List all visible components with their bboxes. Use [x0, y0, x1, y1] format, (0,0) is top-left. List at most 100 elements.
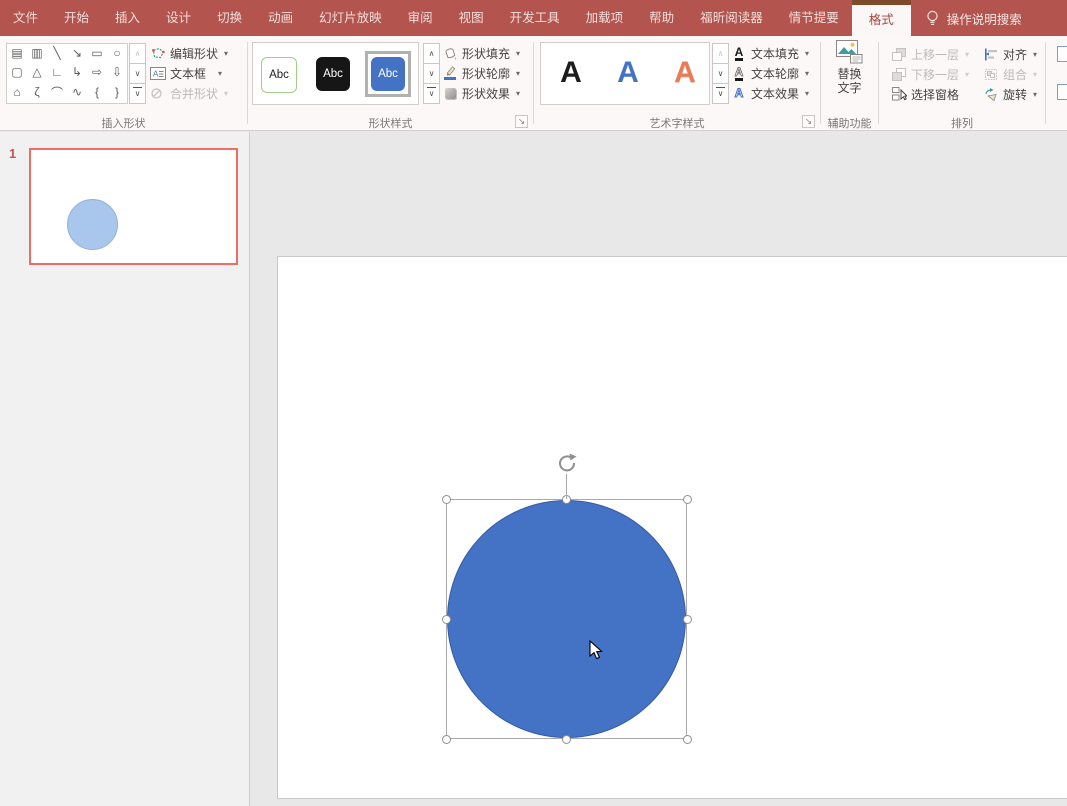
- shape-rounded-rectangle-icon[interactable]: ▢: [7, 63, 27, 82]
- wordart-buttons: A 文本填充 ▾ A 文本轮廓 ▾ A 文本效果 ▾: [731, 43, 815, 103]
- shape-effects-icon: [442, 85, 458, 101]
- group-objects-icon: [983, 66, 999, 82]
- shape-gallery-scroll: ∧ ∨ ∨: [129, 43, 146, 104]
- tab-help[interactable]: 帮助: [636, 0, 687, 36]
- shape-right-brace-icon[interactable]: }: [107, 81, 127, 103]
- shape-scribble-icon[interactable]: ζ: [27, 81, 47, 103]
- style-preset-green-outline[interactable]: Abc: [261, 57, 297, 93]
- resize-handle-bottom-left[interactable]: [442, 735, 451, 744]
- selection-pane-button[interactable]: 选择窗格: [891, 84, 979, 104]
- gallery-scroll-up-button: ∧: [712, 43, 729, 64]
- dropdown-arrow-icon: ▾: [516, 69, 520, 78]
- group-insert-shapes: ▤ ▥ ╲ ↘ ▭ ○ ▢ △ ∟ ↳ ⇨ ⇩ ⌂ ζ ⌒ ∿ { } ∧: [0, 36, 247, 130]
- wordart-styles-dialog-launcher[interactable]: ↘: [802, 115, 815, 128]
- shape-oval-icon[interactable]: ○: [107, 44, 127, 63]
- shape-fill-label: 形状填充: [462, 45, 510, 62]
- text-box-button[interactable]: A 文本框 ▾: [150, 63, 245, 83]
- gallery-more-button[interactable]: ∨: [423, 83, 440, 104]
- shape-elbow-connector-icon[interactable]: ∟: [47, 63, 67, 82]
- tab-view[interactable]: 视图: [446, 0, 497, 36]
- slide-thumbnail-selected[interactable]: [29, 148, 238, 265]
- shape-left-brace-icon[interactable]: {: [87, 81, 107, 103]
- alt-text-label-line1: 替换: [837, 68, 861, 81]
- shape-freeform-icon[interactable]: ⌂: [7, 81, 27, 103]
- alt-text-button[interactable]: 替换 文字: [821, 40, 878, 112]
- resize-handle-top-left[interactable]: [442, 495, 451, 504]
- shape-horizontal-text-box-icon[interactable]: ▤: [7, 44, 27, 63]
- tab-home[interactable]: 开始: [51, 0, 102, 36]
- text-fill-button[interactable]: A 文本填充 ▾: [731, 43, 815, 63]
- shape-effects-button[interactable]: 形状效果 ▾: [442, 83, 530, 103]
- rotate-button[interactable]: 旋转 ▾: [983, 84, 1043, 104]
- text-box-icon: A: [150, 65, 166, 81]
- dropdown-arrow-icon: ▾: [224, 89, 228, 98]
- text-outline-button[interactable]: A 文本轮廓 ▾: [731, 63, 815, 83]
- slide-canvas[interactable]: [277, 256, 1067, 799]
- gallery-scroll-down-button[interactable]: ∨: [129, 63, 146, 84]
- tab-review[interactable]: 审阅: [395, 0, 446, 36]
- tab-insert[interactable]: 插入: [102, 0, 153, 36]
- align-button[interactable]: 对齐 ▾: [983, 44, 1043, 64]
- editing-canvas[interactable]: [251, 132, 1067, 806]
- send-backward-label: 下移一层: [911, 66, 959, 83]
- text-outline-icon: A: [731, 65, 747, 81]
- shape-fill-button[interactable]: 形状填充 ▾: [442, 43, 530, 63]
- tab-format-active[interactable]: 格式: [852, 0, 911, 36]
- edit-shape-button[interactable]: 编辑形状 ▾: [150, 43, 245, 63]
- bring-forward-button: 上移一层 ▾: [891, 44, 979, 64]
- shape-rectangle-icon[interactable]: ▭: [87, 44, 107, 63]
- shape-style-buttons: 形状填充 ▾ 形状轮廓 ▾ 形状效果 ▾: [442, 43, 530, 103]
- resize-handle-middle-left[interactable]: [442, 615, 451, 624]
- tell-me-search[interactable]: 操作说明搜索: [925, 0, 1022, 36]
- gallery-more-button[interactable]: ∨: [712, 83, 729, 104]
- tab-animations[interactable]: 动画: [255, 0, 306, 36]
- tab-design[interactable]: 设计: [153, 0, 204, 36]
- shape-style-gallery: Abc Abc Abc: [252, 42, 419, 105]
- group-label-arrange: 排列: [879, 115, 1045, 131]
- shape-outline-button[interactable]: 形状轮廓 ▾: [442, 63, 530, 83]
- tab-developer[interactable]: 开发工具: [497, 0, 573, 36]
- shape-styles-dialog-launcher[interactable]: ↘: [515, 115, 528, 128]
- dropdown-arrow-icon: ▾: [1033, 70, 1037, 79]
- resize-handle-middle-right[interactable]: [683, 615, 692, 624]
- resize-handle-bottom-right[interactable]: [683, 735, 692, 744]
- group-accessibility: 替换 文字 辅助功能: [821, 36, 878, 130]
- selected-oval-shape[interactable]: [447, 500, 686, 738]
- group-label-wordart-styles: 艺术字样式: [534, 115, 820, 131]
- shape-curve-icon[interactable]: ∿: [67, 81, 87, 103]
- wordart-preset-orange[interactable]: A: [665, 51, 705, 95]
- gallery-scroll-up-button[interactable]: ∧: [423, 43, 440, 64]
- gallery-scroll-up-button: ∧: [129, 43, 146, 64]
- group-arrange: 上移一层 ▾ 下移一层 ▾ 选择窗格: [879, 36, 1045, 130]
- dropdown-arrow-icon: ▾: [805, 89, 809, 98]
- style-preset-blue-selected[interactable]: Abc: [371, 57, 405, 91]
- shape-elbow-arrow-connector-icon[interactable]: ↳: [67, 63, 87, 82]
- shape-right-arrow-icon[interactable]: ⇨: [87, 63, 107, 82]
- shape-down-arrow-icon[interactable]: ⇩: [107, 63, 127, 82]
- resize-handle-bottom-center[interactable]: [562, 735, 571, 744]
- shape-triangle-icon[interactable]: △: [27, 63, 47, 82]
- tab-slideshow[interactable]: 幻灯片放映: [306, 0, 395, 36]
- tab-addins[interactable]: 加载项: [573, 0, 637, 36]
- rotate-label: 旋转: [1003, 86, 1027, 103]
- send-backward-icon: [891, 66, 907, 82]
- shape-line-icon[interactable]: ╲: [47, 44, 67, 63]
- tab-transitions[interactable]: 切换: [204, 0, 255, 36]
- rotation-handle-icon[interactable]: [557, 453, 577, 473]
- group-label-shape-styles: 形状样式: [248, 115, 533, 131]
- text-effects-button[interactable]: A 文本效果 ▾: [731, 83, 815, 103]
- resize-handle-top-right[interactable]: [683, 495, 692, 504]
- shape-line-arrow-icon[interactable]: ↘: [67, 44, 87, 63]
- tab-foxit-reader[interactable]: 福昕阅读器: [687, 0, 776, 36]
- wordart-preset-black[interactable]: A: [551, 51, 591, 95]
- wordart-preset-blue[interactable]: A: [608, 51, 648, 95]
- style-preset-black[interactable]: Abc: [316, 57, 350, 91]
- tab-file[interactable]: 文件: [0, 0, 51, 36]
- shape-vertical-text-box-icon[interactable]: ▥: [27, 44, 47, 63]
- gallery-scroll-down-button[interactable]: ∨: [423, 63, 440, 84]
- bring-forward-label: 上移一层: [911, 46, 959, 63]
- gallery-scroll-down-button[interactable]: ∨: [712, 63, 729, 84]
- tab-storyboarding[interactable]: 情节提要: [776, 0, 852, 36]
- gallery-more-button[interactable]: ∨: [129, 83, 146, 104]
- shape-arc-icon[interactable]: ⌒: [47, 81, 67, 103]
